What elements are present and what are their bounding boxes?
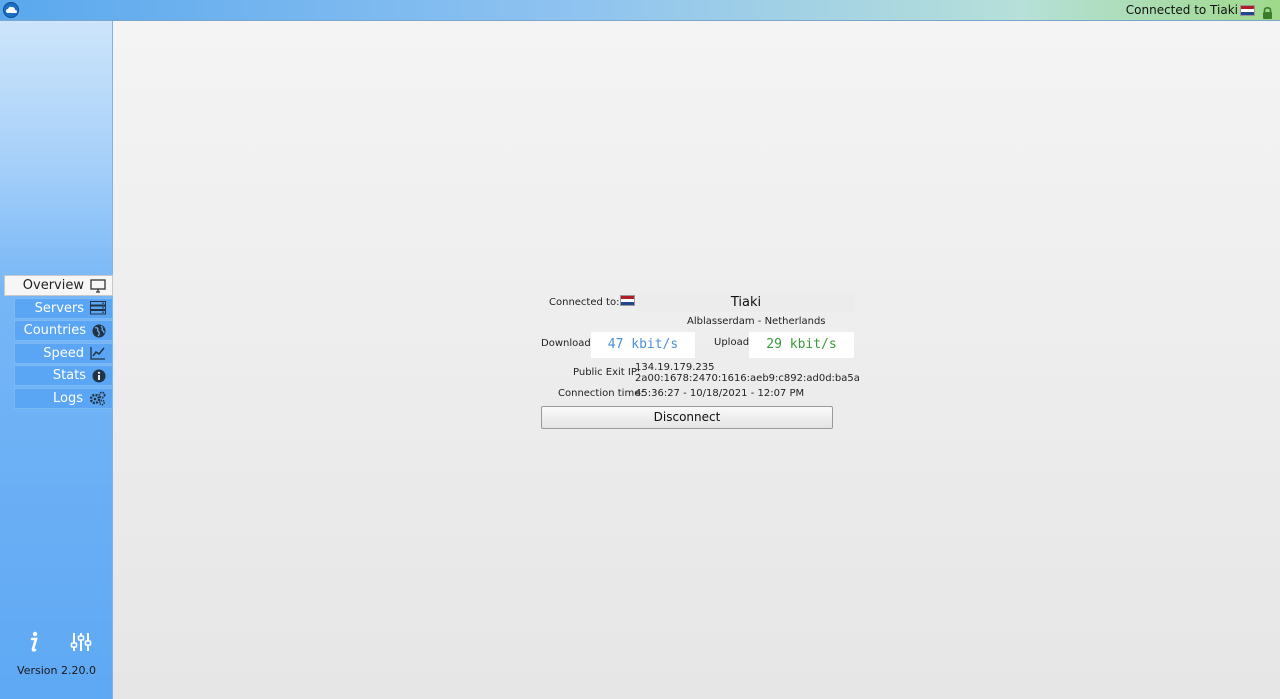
info-icon[interactable] xyxy=(26,631,40,657)
server-rack-icon xyxy=(90,301,106,315)
connected-to-label: Connected to: xyxy=(549,297,620,308)
sidebar-item-label: Speed xyxy=(43,345,84,361)
monitor-icon xyxy=(90,278,106,293)
ipv4-address: 134.19.179.235 xyxy=(635,362,715,373)
sidebar-item-countries[interactable]: Countries xyxy=(14,320,113,341)
sidebar-item-servers[interactable]: Servers xyxy=(14,297,113,319)
gears-icon xyxy=(89,391,106,406)
server-location: Alblasserdam - Netherlands xyxy=(687,316,826,327)
sidebar-item-label: Servers xyxy=(34,300,84,316)
overview-panel xyxy=(113,21,1280,699)
version-label: Version 2.20.0 xyxy=(17,664,96,677)
line-chart-icon xyxy=(90,347,105,360)
sidebar-item-label: Overview xyxy=(22,278,84,293)
download-speed-value: 47 kbit/s xyxy=(591,332,695,358)
disconnect-button[interactable]: Disconnect xyxy=(541,406,833,429)
netherlands-flag-icon xyxy=(620,295,635,306)
sidebar-item-stats[interactable]: Stats xyxy=(14,365,113,386)
download-label: Download: xyxy=(541,338,595,349)
sidebar-item-label: Logs xyxy=(53,390,83,406)
cloud-icon xyxy=(3,2,19,18)
sliders-icon[interactable] xyxy=(70,631,92,657)
sidebar-item-overview[interactable]: Overview xyxy=(4,275,113,296)
title-bar: Connected to Tiaki xyxy=(0,0,1280,21)
server-name: Tiaki xyxy=(637,293,855,312)
upload-label: Upload: xyxy=(714,337,753,348)
globe-icon xyxy=(92,324,106,337)
info-circle-icon xyxy=(92,369,106,382)
connection-time-value: 45:36:27 - 10/18/2021 - 12:07 PM xyxy=(635,388,805,399)
ipv6-address: 2a00:1678:2470:1616:aeb9:c892:ad0d:ba5a xyxy=(635,373,860,384)
public-ip-label: Public Exit IP: xyxy=(573,367,641,378)
sidebar: Overview Servers Countries Speed Stats L… xyxy=(0,21,113,699)
upload-speed-value: 29 kbit/s xyxy=(749,332,854,358)
connection-time-label: Connection time: xyxy=(558,388,644,399)
sidebar-item-speed[interactable]: Speed xyxy=(14,342,113,364)
sidebar-item-label: Countries xyxy=(23,323,86,338)
sidebar-nav: Overview Servers Countries Speed Stats L… xyxy=(0,275,113,410)
connection-status-text: Connected to Tiaki xyxy=(1125,3,1238,17)
sidebar-item-logs[interactable]: Logs xyxy=(14,387,113,409)
netherlands-flag-icon xyxy=(1240,5,1255,16)
sidebar-item-label: Stats xyxy=(52,368,86,383)
